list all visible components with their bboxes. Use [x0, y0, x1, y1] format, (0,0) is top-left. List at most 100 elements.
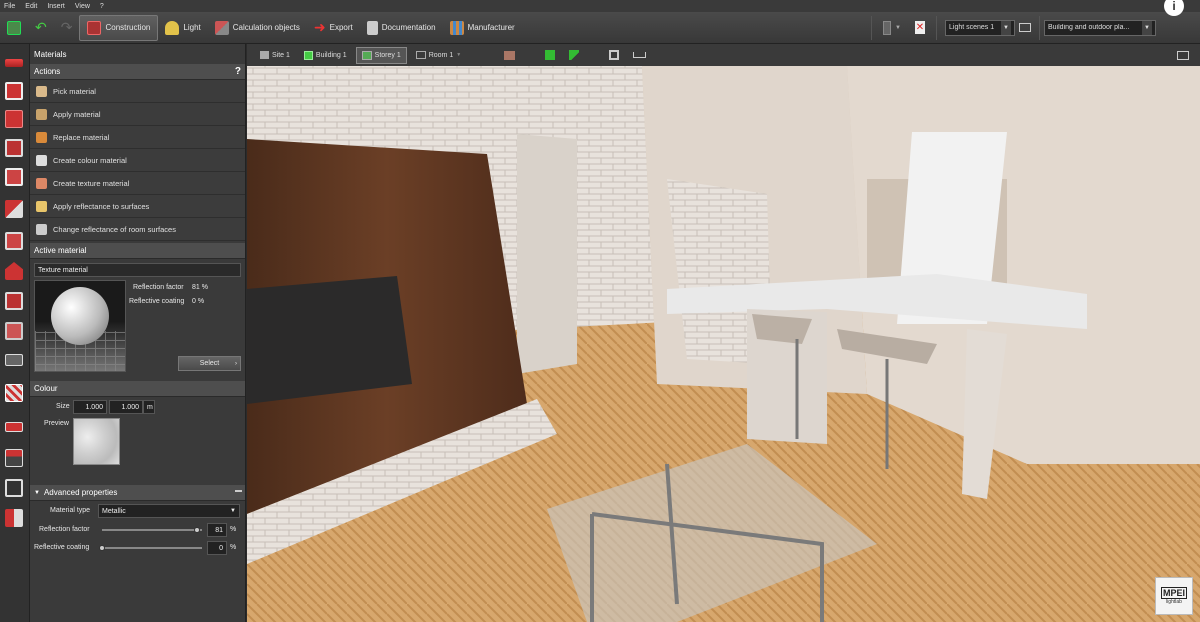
action-item[interactable]: Replace material — [30, 126, 245, 149]
crumb-site[interactable]: Site 1 — [255, 47, 295, 64]
redo-button[interactable]: ↷ — [54, 15, 80, 41]
undo-button[interactable]: ↶ — [28, 15, 54, 41]
light-scene-select[interactable]: Light scenes 1 ▼ — [945, 19, 1015, 36]
measure-tool-icon[interactable] — [5, 422, 23, 432]
select-button-label: Select — [199, 360, 220, 367]
tv-screen — [247, 276, 412, 404]
menu-file[interactable]: File — [4, 3, 15, 10]
menu-view[interactable]: View — [75, 3, 90, 10]
refl-coating-thumb[interactable] — [99, 545, 105, 551]
tab-export[interactable]: ➜ Export — [307, 15, 360, 41]
cube-tool-icon[interactable] — [5, 110, 23, 128]
measure-button[interactable] — [628, 47, 651, 64]
logo-text: MPEI — [1160, 587, 1187, 599]
material-type-select[interactable]: Metallic ▼ — [98, 504, 240, 518]
material-tool-icon[interactable] — [5, 384, 23, 402]
action-item[interactable]: Change reflectance of room surfaces — [30, 218, 245, 241]
box-tool-icon[interactable] — [5, 232, 23, 250]
green-cube-button[interactable] — [540, 47, 560, 64]
action-item[interactable]: Create texture material — [30, 172, 245, 195]
select-button[interactable]: Select › — [178, 356, 241, 371]
crumb-room[interactable]: Room 1 ▼ — [411, 47, 466, 64]
advanced-header[interactable]: ▼ Advanced properties — [30, 485, 245, 501]
action-label: Apply reflectance to surfaces — [53, 201, 150, 211]
delete-icon: ✕ — [915, 21, 925, 34]
frame-tool-icon[interactable] — [5, 479, 23, 497]
window-tool-icon[interactable] — [5, 139, 23, 157]
toolbar-separator — [936, 15, 937, 40]
room-tool-icon[interactable] — [5, 82, 23, 100]
menu-insert[interactable]: Insert — [47, 3, 65, 10]
advanced-header-label: Advanced properties — [43, 488, 118, 497]
crumb-building-label: Building 1 — [315, 51, 347, 59]
material-name-field[interactable]: Texture material — [34, 263, 241, 277]
menu-help[interactable]: ? — [100, 3, 104, 10]
help-icon[interactable]: ? — [235, 66, 241, 77]
tab-light[interactable]: Light — [158, 15, 207, 41]
minimize-icon[interactable] — [235, 490, 242, 492]
replace-icon — [36, 131, 47, 143]
chevron-right-icon: › — [235, 360, 237, 367]
action-item[interactable]: Pick material — [30, 80, 245, 103]
light-scene-value: Light scenes 1 — [949, 24, 995, 31]
size-y-input[interactable]: 1.000 — [109, 400, 143, 414]
view-mode-button[interactable] — [499, 47, 520, 64]
action-item[interactable]: Apply reflectance to surfaces — [30, 195, 245, 218]
green-wall-button[interactable] — [564, 47, 584, 64]
monitor-button[interactable] — [1015, 15, 1035, 41]
tab-construction[interactable]: Construction — [79, 14, 159, 41]
export-icon: ➜ — [313, 19, 326, 35]
door-tool-icon[interactable] — [5, 168, 23, 186]
action-item[interactable]: Apply material — [30, 103, 245, 126]
delete-button[interactable]: ✕ — [908, 15, 932, 41]
roof-tool-icon[interactable] — [5, 262, 23, 280]
plan-select-value: Building and outdoor pla... — [1048, 24, 1130, 31]
stair-tool-icon[interactable] — [5, 200, 23, 218]
arrange-tool-icon[interactable] — [5, 509, 23, 527]
percent-label: % — [230, 544, 237, 551]
refl-factor-slider[interactable] — [102, 527, 202, 533]
size-x-input[interactable]: 1.000 — [73, 400, 107, 414]
collapse-icon: ▼ — [34, 489, 40, 496]
brush-icon — [36, 108, 47, 120]
palette-icon — [36, 154, 47, 166]
tab-manufacturer[interactable]: Manufacturer — [443, 15, 522, 41]
plan-select[interactable]: Building and outdoor pla... ▼ — [1044, 19, 1156, 36]
actions-header: Actions? — [30, 64, 245, 80]
crumb-storey[interactable]: Storey 1 — [355, 46, 407, 64]
mpei-logo: MPEI lightlab — [1155, 577, 1193, 615]
refl-factor-input[interactable]: 81 — [207, 523, 227, 537]
tab-calculation-objects[interactable]: Calculation objects — [208, 15, 307, 41]
action-item[interactable]: Create colour material — [30, 149, 245, 172]
fullscreen-button[interactable] — [1172, 47, 1194, 64]
refl-factor-thumb[interactable] — [194, 527, 200, 533]
active-material-header: Active material — [30, 243, 245, 259]
building-icon — [303, 50, 313, 60]
toolbar-separator — [1039, 15, 1040, 40]
refl-coating-slider[interactable] — [99, 545, 202, 551]
zoom-fit-button[interactable] — [604, 47, 624, 64]
luminaire-button[interactable]: ▼ — [876, 15, 908, 41]
cuboid-tool-icon[interactable] — [5, 292, 23, 310]
colour-header-label: Colour — [34, 384, 58, 393]
crumb-building[interactable]: Building 1 — [299, 47, 352, 64]
menu-edit[interactable]: Edit — [25, 3, 37, 10]
view-mode-icon — [504, 50, 516, 60]
plane-tool-icon[interactable] — [5, 354, 23, 366]
material-type-value: Metallic — [102, 507, 126, 515]
cylinder-tool-icon[interactable] — [5, 322, 23, 340]
actions-header-label: Actions — [34, 67, 61, 76]
tab-export-label: Export — [329, 23, 353, 32]
wall-tool-icon[interactable] — [5, 59, 23, 67]
info-icon: i — [1172, 0, 1176, 13]
3d-viewport[interactable]: MPEI lightlab — [247, 44, 1200, 622]
action-label: Apply material — [53, 109, 101, 119]
tab-documentation[interactable]: Documentation — [360, 15, 443, 41]
reflective-coating-value: 0 % — [192, 298, 205, 305]
save-button[interactable] — [0, 15, 28, 41]
section-tool-icon[interactable] — [5, 449, 23, 467]
refl-coating-input[interactable]: 0 — [207, 541, 227, 555]
crumb-site-label: Site 1 — [272, 51, 290, 59]
actions-list: Pick material Apply material Replace mater… — [30, 80, 245, 241]
chevron-down-icon: ▼ — [230, 508, 236, 514]
